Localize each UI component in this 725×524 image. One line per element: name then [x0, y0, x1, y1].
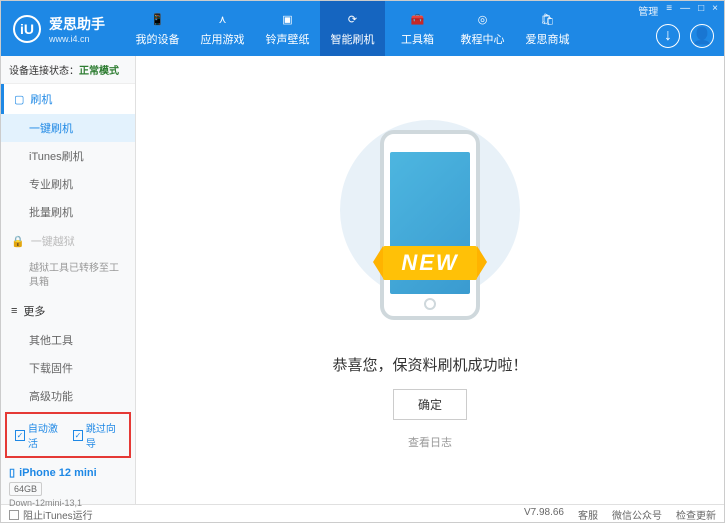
store-icon: 🛍: [539, 11, 557, 29]
device-block[interactable]: ▯iPhone 12 mini 64GB Down-12mini-13,1: [1, 460, 135, 514]
success-message: 恭喜您，保资料刷机成功啦！: [332, 354, 527, 375]
check-update-link[interactable]: 检查更新: [676, 507, 716, 522]
phone-outline-icon: ▢: [14, 93, 24, 106]
sidebar-item-itunes-flash[interactable]: iTunes刷机: [1, 142, 135, 170]
logo-area: iU 爱思助手 www.i4.cn: [1, 14, 117, 44]
wechat-link[interactable]: 微信公众号: [612, 507, 662, 522]
minimize-button[interactable]: —: [680, 3, 690, 18]
checkbox-label: 阻止iTunes运行: [23, 507, 93, 522]
checkbox-icon: [9, 510, 19, 520]
flash-icon: ⟳: [344, 11, 362, 29]
checkbox-label: 跳过向导: [86, 420, 121, 450]
check-icon: ✓: [15, 430, 25, 441]
hamburger-icon: ≡: [11, 305, 17, 317]
sidebar: 设备连接状态：正常模式 ▢ 刷机 一键刷机 iTunes刷机 专业刷机 批量刷机…: [1, 56, 136, 504]
device-name: ▯iPhone 12 mini: [9, 466, 127, 479]
tab-label: 铃声壁纸: [266, 31, 310, 47]
manage-button[interactable]: 管理: [638, 3, 658, 18]
tab-label: 工具箱: [401, 31, 434, 47]
app-name: 爱思助手: [49, 14, 105, 34]
version-label: V7.98.66: [524, 507, 564, 522]
confirm-button[interactable]: 确定: [393, 389, 467, 420]
tab-apps[interactable]: ⋏ 应用游戏: [190, 1, 255, 56]
connection-status: 设备连接状态：正常模式: [1, 56, 135, 84]
device-capacity: 64GB: [9, 482, 42, 496]
nav-tabs: 📱 我的设备 ⋏ 应用游戏 ▣ 铃声壁纸 ⟳ 智能刷机 🧰 工具箱 ◎ 教程中心 🛍 爱思商城: [125, 1, 580, 56]
section-jailbreak[interactable]: 🔒 一键越狱: [1, 226, 135, 256]
user-icon: 👤: [692, 26, 712, 46]
sidebar-item-other-tools[interactable]: 其他工具: [1, 326, 135, 354]
sidebar-item-oneclick-flash[interactable]: 一键刷机: [1, 114, 135, 142]
sidebar-item-download-firmware[interactable]: 下载固件: [1, 354, 135, 382]
header-right-buttons: ↓ 👤: [656, 24, 714, 48]
options-highlight-box: ✓自动激活 ✓跳过向导: [5, 412, 131, 458]
success-illustration: NEW: [340, 110, 520, 340]
tab-label: 教程中心: [461, 31, 505, 47]
tab-my-device[interactable]: 📱 我的设备: [125, 1, 190, 56]
logo-icon: iU: [13, 15, 41, 43]
view-log-link[interactable]: 查看日志: [408, 434, 452, 450]
close-button[interactable]: ×: [712, 3, 718, 18]
section-label: 一键越狱: [31, 233, 75, 249]
sidebar-item-pro-flash[interactable]: 专业刷机: [1, 170, 135, 198]
phone-icon: 📱: [149, 11, 167, 29]
app-header: iU 爱思助手 www.i4.cn 📱 我的设备 ⋏ 应用游戏 ▣ 铃声壁纸 ⟳ 智能刷…: [1, 1, 724, 56]
wallpaper-icon: ▣: [279, 11, 297, 29]
tab-label: 我的设备: [136, 31, 180, 47]
tab-label: 爱思商城: [526, 31, 570, 47]
toolbox-icon: 🧰: [409, 11, 427, 29]
app-url: www.i4.cn: [49, 34, 105, 44]
download-button[interactable]: ↓: [656, 24, 680, 48]
section-label: 更多: [23, 303, 45, 319]
device-icon: ▯: [9, 466, 15, 479]
section-label: 刷机: [30, 91, 52, 107]
jailbreak-notice: 越狱工具已转移至工具箱: [1, 256, 135, 296]
tab-flash[interactable]: ⟳ 智能刷机: [320, 1, 385, 56]
tab-tutorials[interactable]: ◎ 教程中心: [450, 1, 515, 56]
checkbox-skip-guide[interactable]: ✓跳过向导: [73, 420, 121, 450]
main-content: NEW 恭喜您，保资料刷机成功啦！ 确定 查看日志: [136, 56, 724, 504]
tutorial-icon: ◎: [474, 11, 492, 29]
sidebar-item-batch-flash[interactable]: 批量刷机: [1, 198, 135, 226]
window-controls: 管理 ≡ — □ ×: [638, 3, 718, 18]
account-button[interactable]: 👤: [690, 24, 714, 48]
phone-illustration: [380, 130, 480, 320]
sidebar-item-advanced[interactable]: 高级功能: [1, 382, 135, 410]
maximize-button[interactable]: □: [698, 3, 704, 18]
tab-label: 应用游戏: [201, 31, 245, 47]
status-label: 设备连接状态：: [9, 66, 79, 77]
checkbox-label: 自动激活: [28, 420, 63, 450]
checkbox-block-itunes[interactable]: 阻止iTunes运行: [9, 507, 93, 522]
new-ribbon: NEW: [383, 246, 476, 280]
apps-icon: ⋏: [214, 11, 232, 29]
lock-icon: 🔒: [11, 235, 25, 248]
tab-store[interactable]: 🛍 爱思商城: [515, 1, 580, 56]
tab-label: 智能刷机: [331, 31, 375, 47]
section-flash[interactable]: ▢ 刷机: [1, 84, 135, 114]
check-icon: ✓: [73, 430, 83, 441]
tab-ringtones[interactable]: ▣ 铃声壁纸: [255, 1, 320, 56]
checkbox-auto-activate[interactable]: ✓自动激活: [15, 420, 63, 450]
tab-toolbox[interactable]: 🧰 工具箱: [385, 1, 450, 56]
section-more[interactable]: ≡ 更多: [1, 296, 135, 326]
customer-service-link[interactable]: 客服: [578, 507, 598, 522]
download-icon: ↓: [664, 27, 672, 45]
status-value: 正常模式: [79, 66, 119, 77]
menu-button[interactable]: ≡: [666, 3, 672, 18]
